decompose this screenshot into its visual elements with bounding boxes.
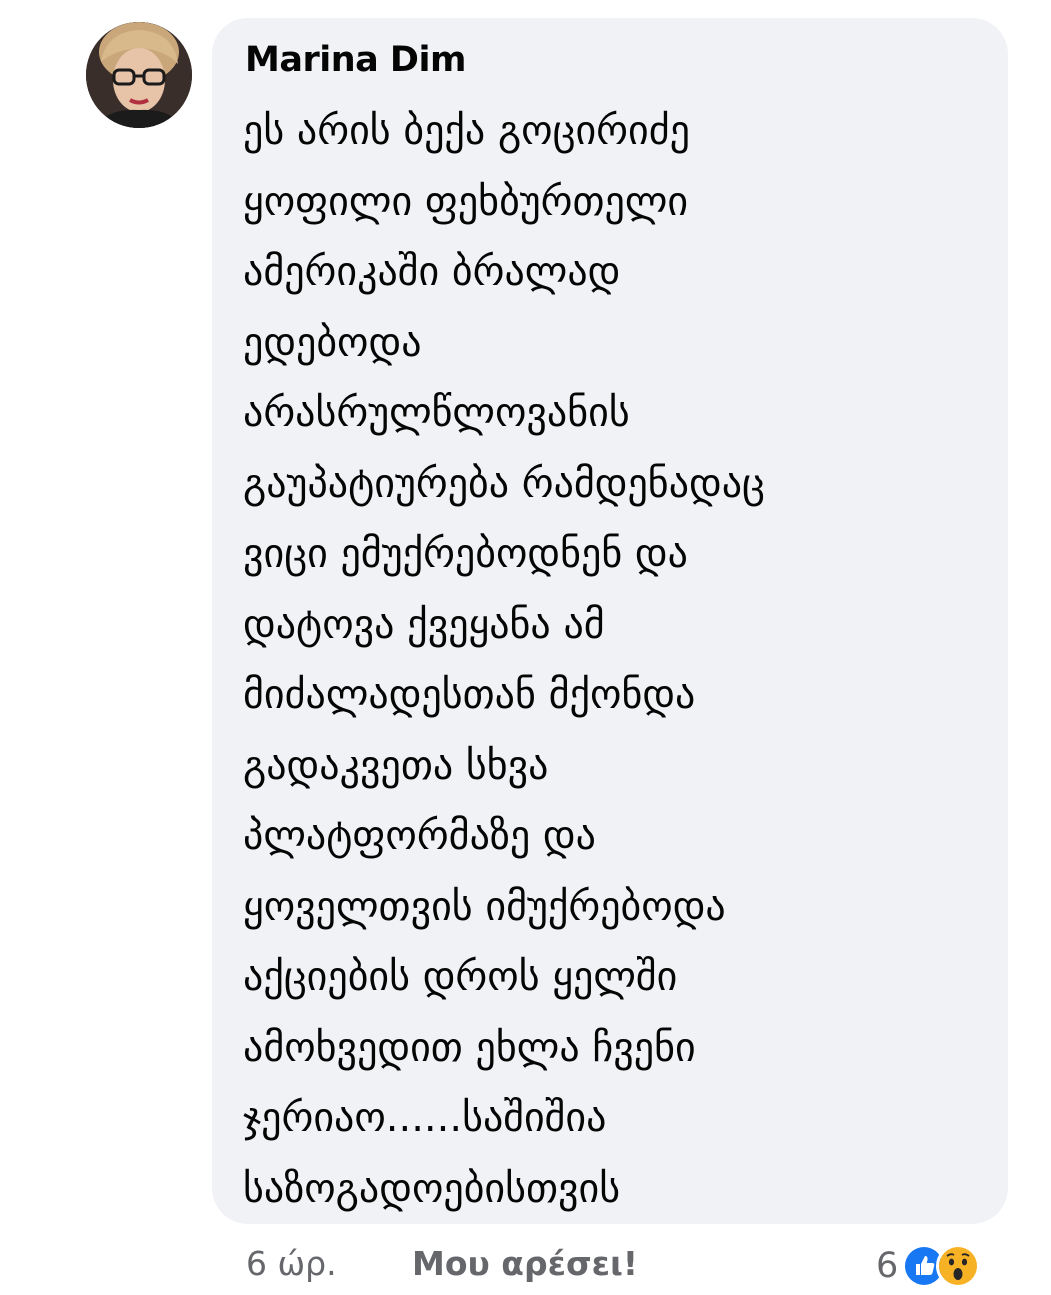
avatar-photo — [86, 22, 192, 128]
comment-screenshot: Marina Dim ეს არის ბექა გოცირიძე ყოფილი … — [0, 0, 1051, 1295]
comment-actions: 6 ώρ. Μου αρέσει! 6 — [0, 1240, 1051, 1292]
reactions-summary[interactable]: 6 — [876, 1240, 981, 1292]
wow-icon — [936, 1244, 981, 1288]
comment-timestamp[interactable]: 6 ώρ. — [246, 1244, 337, 1283]
like-button[interactable]: Μου αρέσει! — [412, 1244, 638, 1283]
comment-author[interactable]: Marina Dim — [245, 40, 466, 80]
comment-text: ეს არის ბექა გოცირიძე ყოფილი ფეხბურთელი … — [243, 108, 765, 1212]
reaction-count: 6 — [876, 1246, 899, 1286]
avatar[interactable] — [86, 22, 192, 128]
